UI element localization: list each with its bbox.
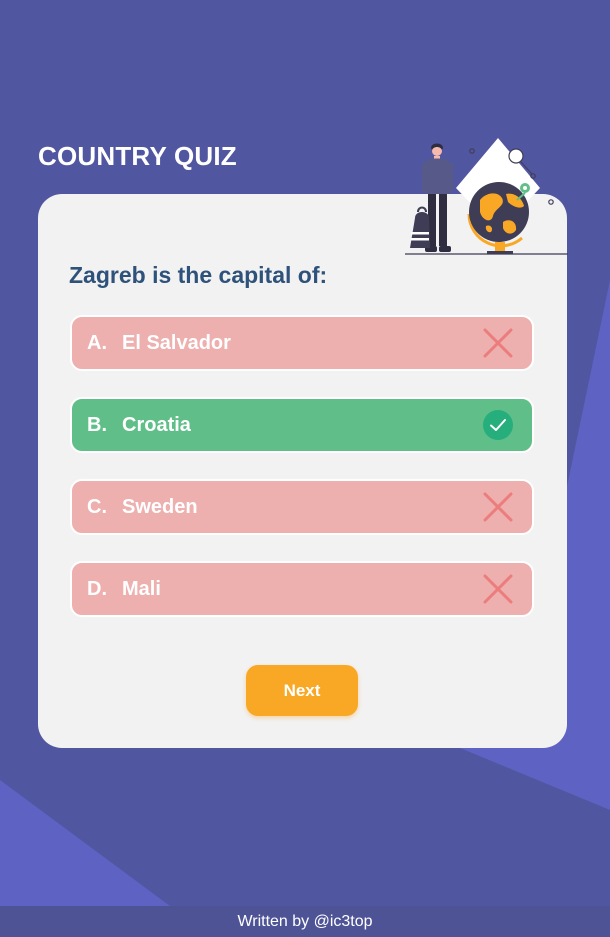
option-letter: D. xyxy=(87,577,107,600)
traveler-globe-illustration xyxy=(405,138,568,255)
option-letter: A. xyxy=(87,331,107,354)
footer: Written by @ic3top xyxy=(0,906,610,937)
page-title: COUNTRY QUIZ xyxy=(38,141,237,171)
option-label: Sweden xyxy=(122,495,198,518)
author-credit: Written by @ic3top xyxy=(237,912,373,930)
option-label: El Salvador xyxy=(122,331,231,354)
question-text: Zagreb is the capital of: xyxy=(69,262,328,288)
answer-option-d[interactable]: D. Mali xyxy=(70,561,534,617)
answer-option-c[interactable]: C. Sweden xyxy=(70,479,534,535)
answer-option-b[interactable]: B. Croatia xyxy=(70,397,534,453)
answer-option-a[interactable]: A. El Salvador xyxy=(70,315,534,371)
check-circle-icon xyxy=(483,410,513,440)
next-button[interactable]: Next xyxy=(246,665,358,716)
option-letter: B. xyxy=(87,413,107,436)
quiz-card: Zagreb is the capital of: A. El Salvador… xyxy=(38,194,567,748)
close-icon xyxy=(483,574,513,604)
close-icon xyxy=(483,492,513,522)
close-icon xyxy=(483,328,513,358)
option-label: Mali xyxy=(122,577,161,600)
option-label: Croatia xyxy=(122,413,191,436)
option-letter: C. xyxy=(87,495,107,518)
